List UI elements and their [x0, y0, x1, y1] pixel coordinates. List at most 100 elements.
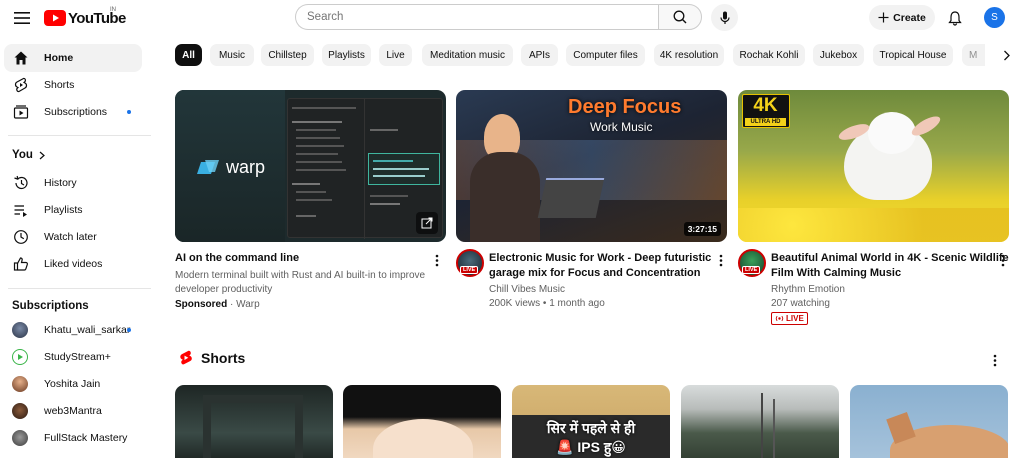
search-button[interactable]	[658, 4, 702, 30]
sidebar-item-label: Shorts	[44, 79, 75, 91]
short-thumbnail[interactable]	[681, 385, 839, 458]
ad-description-line: developer productivity	[175, 284, 273, 295]
hamburger-icon	[14, 12, 30, 24]
warp-wordmark: warp	[226, 157, 266, 177]
more-vertical-icon	[993, 354, 997, 366]
thumbs-up-icon	[12, 255, 30, 273]
more-vertical-icon	[435, 254, 439, 266]
chip-computer-files[interactable]: Computer files	[566, 44, 645, 66]
search-input[interactable]	[295, 4, 658, 30]
sidebar-you-heading[interactable]: You	[12, 149, 45, 161]
top-header: YouTube IN Create S	[0, 0, 1024, 36]
sponsored-label: Sponsored	[175, 299, 228, 310]
chips-next-button[interactable]	[996, 45, 1016, 65]
hamburger-menu-button[interactable]	[12, 8, 32, 28]
channel-name[interactable]: Rhythm Emotion	[771, 283, 845, 297]
sidebar-item-subscriptions[interactable]: Subscriptions	[4, 98, 142, 126]
notifications-button[interactable]	[944, 7, 966, 29]
sidebar-item-label: Playlists	[44, 204, 83, 216]
short-thumbnail[interactable]	[850, 385, 1008, 458]
short-overlay-text: 🚨 IPS हु😀	[556, 439, 626, 455]
chip-music[interactable]: Music	[210, 44, 254, 66]
plus-icon	[878, 12, 889, 23]
chip-jukebox[interactable]: Jukebox	[813, 44, 864, 66]
video-thumbnail-deep-focus[interactable]: Deep Focus Work Music 3:27:15	[456, 90, 727, 242]
create-button[interactable]: Create	[869, 5, 935, 30]
channel-avatar	[12, 322, 28, 338]
chip-4k-resolution[interactable]: 4K resolution	[654, 44, 724, 66]
short-thumbnail[interactable]: सिर में पहले से ही 🚨 IPS हु😀	[512, 385, 670, 458]
video-thumbnail-animal-world[interactable]: 4K ULTRA HD	[738, 90, 1009, 242]
shorts-more-button[interactable]	[989, 352, 1001, 368]
subscriptions-icon	[12, 103, 30, 121]
video-more-button[interactable]	[715, 252, 727, 268]
4k-badge: 4K ULTRA HD	[742, 94, 790, 128]
short-thumbnail[interactable]	[175, 385, 333, 458]
short-thumbnail[interactable]	[343, 385, 501, 458]
shorts-logo-icon	[180, 350, 192, 365]
subscription-item[interactable]: web3Mantra	[4, 397, 142, 425]
create-label: Create	[893, 11, 926, 24]
thumb-goat-ear	[909, 112, 943, 140]
more-vertical-icon	[719, 254, 723, 266]
account-avatar-button[interactable]: S	[984, 7, 1005, 28]
bell-icon	[948, 10, 962, 26]
chevron-right-icon	[39, 151, 45, 159]
sidebar-item-label: Subscriptions	[44, 106, 108, 118]
subscription-label: Khatu_wali_sarkar	[44, 324, 131, 336]
channel-avatar	[12, 349, 28, 365]
video-title[interactable]: AI on the command line	[175, 251, 299, 266]
sidebar-item-label: Liked videos	[44, 258, 103, 270]
shorts-icon	[12, 76, 30, 94]
video-more-button[interactable]	[431, 252, 443, 268]
short-tree	[761, 393, 763, 458]
chevron-right-icon	[1003, 50, 1010, 60]
video-more-button[interactable]	[997, 252, 1009, 268]
chip-rochak-kohli[interactable]: Rochak Kohli	[733, 44, 805, 66]
subscription-item[interactable]: FullStack Mastery	[4, 424, 142, 452]
channel-name[interactable]: Chill Vibes Music	[489, 283, 565, 297]
chip-playlists[interactable]: Playlists	[322, 44, 371, 66]
subscription-item[interactable]: Yoshita Jain	[4, 370, 142, 398]
ultra-hd-label: ULTRA HD	[745, 118, 786, 126]
chip-meditation-music[interactable]: Meditation music	[422, 44, 513, 66]
external-link-button[interactable]	[416, 212, 438, 234]
video-thumbnail-warp[interactable]: warp	[175, 90, 446, 242]
clock-icon	[12, 228, 30, 246]
shorts-section-header: Shorts	[179, 350, 245, 366]
video-stats: 207 watching	[771, 298, 830, 309]
youtube-play-logo-icon	[44, 10, 66, 26]
new-content-dot	[127, 328, 131, 332]
sidebar-item-watch-later[interactable]: Watch later	[4, 223, 142, 251]
sidebar-item-home[interactable]: Home	[4, 44, 142, 72]
thumb-title: Deep Focus	[568, 96, 682, 118]
sidebar-item-liked-videos[interactable]: Liked videos	[4, 250, 142, 278]
history-icon	[12, 174, 30, 192]
subscription-label: StudyStream+	[44, 351, 111, 363]
external-link-icon	[421, 217, 433, 229]
sidebar-item-playlists[interactable]: Playlists	[4, 196, 142, 224]
chip-chillstep[interactable]: Chillstep	[261, 44, 314, 66]
video-title[interactable]: Beautiful Animal World in 4K - Scenic Wi…	[771, 251, 1009, 281]
sidebar-item-history[interactable]: History	[4, 169, 142, 197]
subscription-item[interactable]: Khatu_wali_sarkar	[4, 316, 142, 344]
subscription-item[interactable]: StudyStream+	[4, 343, 142, 371]
chip-apis[interactable]: APIs	[521, 44, 558, 66]
thumb-flowers	[738, 208, 1009, 242]
voice-search-button[interactable]	[711, 4, 738, 31]
sidebar-subscriptions-heading: Subscriptions	[12, 300, 89, 312]
video-title[interactable]: Electronic Music for Work - Deep futuris…	[489, 251, 711, 281]
chip-partial[interactable]: M	[962, 44, 985, 66]
sidebar-item-shorts[interactable]: Shorts	[4, 71, 142, 99]
chip-all[interactable]: All	[175, 44, 202, 66]
sidebar-divider	[8, 135, 151, 136]
chip-tropical-house[interactable]: Tropical House	[873, 44, 953, 66]
thumb-laptop	[537, 178, 605, 218]
chip-live[interactable]: Live	[379, 44, 412, 66]
video-title-line: Film With Calming Music	[771, 267, 902, 279]
live-avatar-tag: LIVE	[742, 266, 761, 274]
region-code: IN	[110, 7, 116, 13]
live-broadcast-icon	[775, 315, 784, 322]
microphone-icon	[719, 11, 730, 24]
video-title-line: Beautiful Animal World in 4K - Scenic Wi…	[771, 252, 1009, 264]
